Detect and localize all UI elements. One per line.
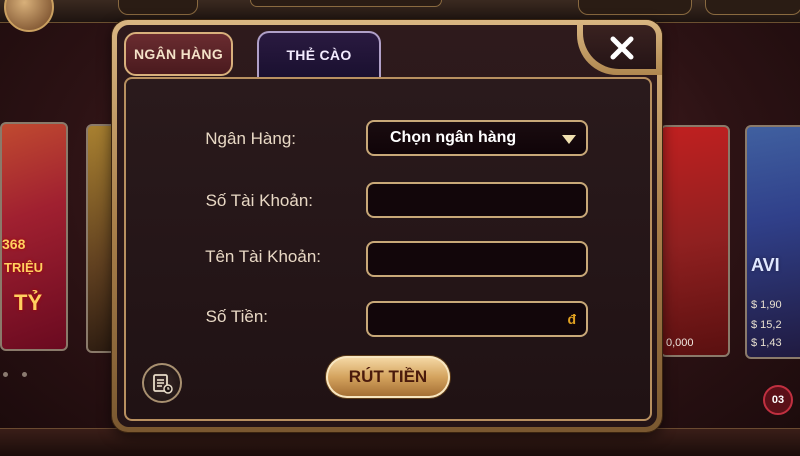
top-menu-button[interactable] [118, 0, 198, 15]
close-button[interactable] [589, 26, 655, 70]
bank-select[interactable]: Chọn ngân hàng [366, 120, 588, 156]
amount-input[interactable]: đ [366, 301, 588, 337]
bank-label: Ngân Hàng: [205, 129, 296, 148]
lobby-bottom-bar [0, 428, 800, 456]
top-menu-button[interactable] [578, 0, 692, 15]
card-money: $ 15,2 [751, 319, 782, 331]
tab-ngan-hang[interactable]: NGÂN HÀNG [124, 32, 233, 76]
game-card[interactable]: 368 TRIỆU TỶ [0, 122, 68, 351]
game-card[interactable]: AVI $ 1,90 $ 15,2 $ 1,43 [745, 125, 800, 359]
card-text: TỶ [14, 290, 43, 315]
top-center-banner [250, 0, 442, 7]
notification-badge[interactable]: 03 [763, 385, 793, 415]
card-title: AVI [751, 255, 780, 275]
card-amount: 0,000 [666, 337, 694, 349]
history-icon [153, 374, 173, 394]
account-name-label: Tên Tài Khoản: [205, 247, 321, 266]
account-name-input[interactable] [366, 241, 588, 277]
page-dot[interactable] [3, 372, 8, 377]
close-icon [610, 36, 634, 60]
game-card[interactable]: 0,000 [660, 125, 730, 357]
account-number-input[interactable] [366, 182, 588, 218]
page-dot[interactable] [22, 372, 27, 377]
card-number: 368 [2, 236, 26, 252]
chevron-down-icon [562, 135, 576, 144]
withdraw-button[interactable]: RÚT TIỀN [326, 356, 450, 398]
card-money: $ 1,43 [751, 337, 782, 349]
bank-select-value: Chọn ngân hàng [390, 129, 517, 146]
card-text: TRIỆU [4, 260, 43, 275]
tab-the-cao[interactable]: THẺ CÀO [257, 31, 381, 77]
withdraw-dialog: THẺ CÀO Ngân Hàng: Chọn ngân hàng Số Tài… [112, 20, 662, 432]
amount-label: Số Tiền: [205, 307, 268, 326]
account-number-label: Số Tài Khoản: [205, 191, 313, 210]
card-money: $ 1,90 [751, 299, 782, 311]
currency-symbol: đ [567, 311, 576, 327]
top-menu-button[interactable] [705, 0, 800, 15]
history-button[interactable] [142, 363, 182, 403]
